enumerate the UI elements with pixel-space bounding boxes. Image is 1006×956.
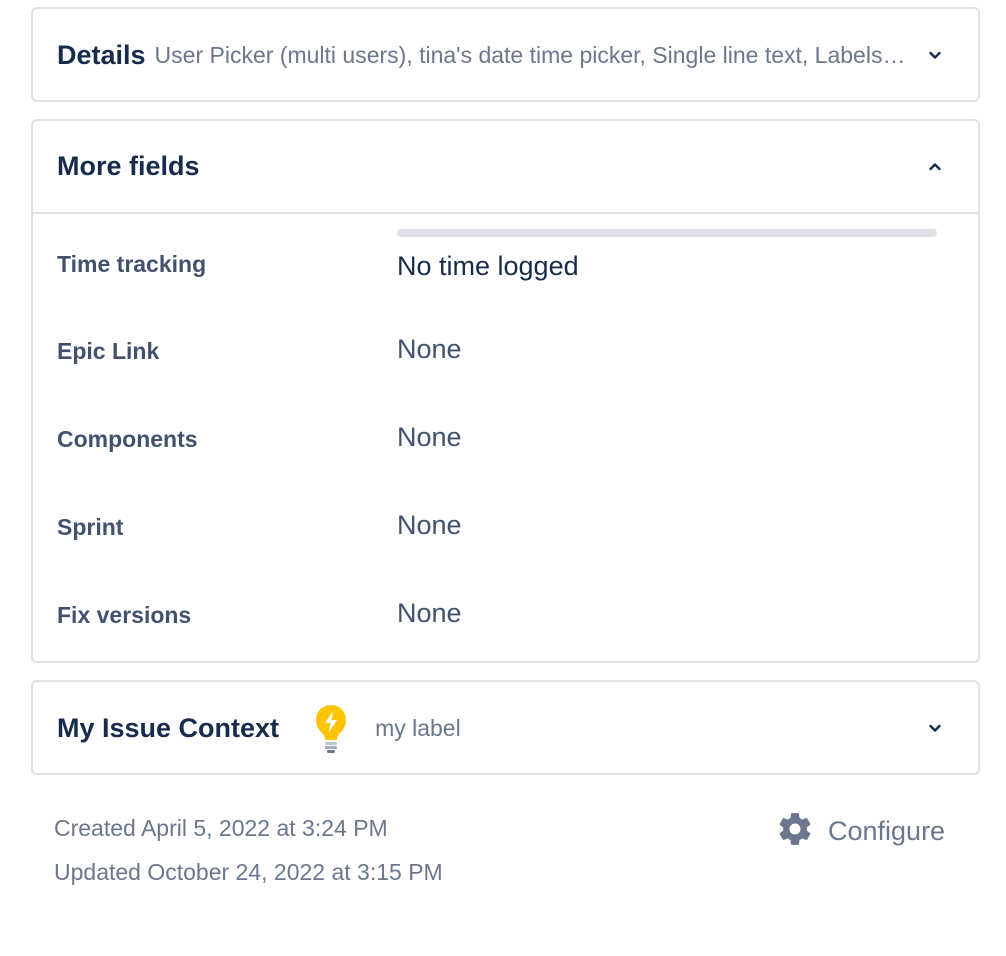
chevron-down-icon[interactable]	[924, 44, 946, 66]
configure-button[interactable]: Configure	[776, 810, 945, 853]
time-tracking-value[interactable]: No time logged	[397, 251, 579, 282]
gear-icon	[776, 810, 814, 853]
components-label: Components	[57, 426, 198, 452]
sprint-label: Sprint	[57, 514, 124, 540]
issue-context-panel-header[interactable]: My Issue Context my label	[33, 682, 978, 774]
lightbulb-icon	[313, 702, 349, 754]
details-title: Details	[57, 39, 146, 70]
more-fields-title: More fields	[57, 151, 200, 181]
field-row-time-tracking: Time tracking No time logged	[57, 229, 954, 291]
details-panel: Details User Picker (multi users), tina'…	[31, 7, 980, 102]
chevron-up-icon[interactable]	[924, 156, 946, 178]
fix-versions-label: Fix versions	[57, 602, 192, 628]
field-row-fix-versions: Fix versions None	[57, 598, 954, 642]
details-panel-header[interactable]: Details User Picker (multi users), tina'…	[33, 9, 978, 101]
issue-context-label: my label	[375, 714, 461, 741]
details-summary: User Picker (multi users), tina's date t…	[154, 41, 908, 68]
epic-link-value[interactable]: None	[397, 334, 462, 365]
field-row-epic-link: Epic Link None	[57, 334, 954, 378]
components-value[interactable]: None	[397, 422, 462, 453]
issue-context-panel: My Issue Context my label	[31, 680, 980, 775]
updated-timestamp: Updated October 24, 2022 at 3:15 PM	[54, 859, 443, 885]
field-row-components: Components None	[57, 422, 954, 466]
fix-versions-value[interactable]: None	[397, 598, 462, 629]
created-timestamp: Created April 5, 2022 at 3:24 PM	[54, 815, 388, 841]
issue-context-title: My Issue Context	[57, 712, 280, 743]
time-tracking-progress-bar[interactable]	[397, 229, 937, 237]
configure-label: Configure	[828, 816, 946, 846]
sprint-value[interactable]: None	[397, 510, 462, 541]
more-fields-panel: More fields Time tracking No time logged…	[31, 119, 980, 663]
chevron-down-icon[interactable]	[924, 717, 946, 739]
more-fields-panel-header[interactable]: More fields	[33, 121, 978, 214]
epic-link-label: Epic Link	[57, 338, 160, 364]
time-tracking-label: Time tracking	[57, 251, 207, 277]
field-row-sprint: Sprint None	[57, 510, 954, 554]
